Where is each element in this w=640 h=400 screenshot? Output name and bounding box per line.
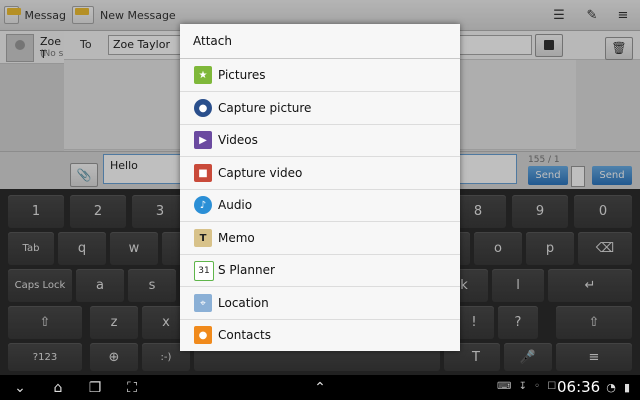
hide-keyboard-icon[interactable]: ⌄ [10,378,30,397]
wifi-icon: ◔ [606,381,616,394]
attach-item-memo[interactable]: T Memo [180,222,460,255]
clock: 06:36 [557,378,601,396]
pictures-icon: ★ [194,66,212,84]
chevron-up-icon[interactable]: ⌃ [310,378,330,397]
screenshot-icon[interactable]: ⛶ [122,378,142,397]
attach-item-pictures[interactable]: ★ Pictures [180,59,460,92]
attach-item-label: Capture picture [218,101,312,115]
home-icon[interactable]: ⌂ [46,378,70,397]
attach-item-label: Pictures [218,68,266,82]
calendar-icon: 31 [194,261,214,281]
attach-item-capture-picture[interactable]: ● Capture picture [180,92,460,125]
contacts-icon: ● [194,326,212,344]
video-icon: ▶ [194,131,212,149]
attach-item-videos[interactable]: ▶ Videos [180,124,460,157]
attach-item-label: Audio [218,198,253,212]
attach-dialog: Attach ★ Pictures ● Capture picture ▶ Vi… [180,24,460,351]
camcorder-icon: ■ [194,164,212,182]
attach-item-capture-video[interactable]: ■ Capture video [180,157,460,190]
attach-item-label: Contacts [218,328,271,342]
system-nav-bar: ⌄ ⌂ ❐ ⛶ ⌃ ⌨ ↧ ◦ ☐ 06:36 ◔ ▮ [0,375,640,400]
attach-item-label: Videos [218,133,258,147]
attach-item-label: Capture video [218,166,303,180]
attach-item-label: S Planner [218,263,275,277]
memo-icon: T [194,229,212,247]
attach-item-audio[interactable]: ♪ Audio [180,189,460,222]
battery-icon: ▮ [623,381,631,394]
attach-item-label: Location [218,296,269,310]
audio-icon: ♪ [194,196,212,214]
status-icons: ⌨ ↧ ◦ ☐ [497,381,559,392]
location-icon: ⌖ [194,294,212,312]
camera-icon: ● [194,99,212,117]
attach-item-s-planner[interactable]: 31 S Planner [180,254,460,287]
attach-item-contacts[interactable]: ● Contacts [180,319,460,351]
recent-apps-icon[interactable]: ❐ [84,378,106,397]
attach-item-location[interactable]: ⌖ Location [180,287,460,320]
dialog-title: Attach [193,34,232,48]
attach-item-label: Memo [218,231,255,245]
